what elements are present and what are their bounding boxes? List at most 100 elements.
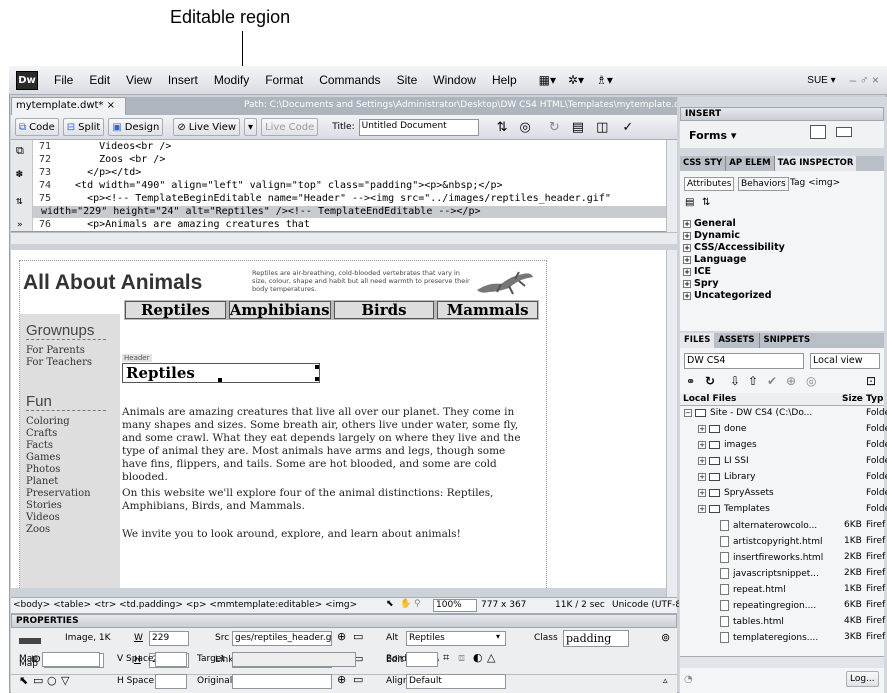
nav-reptiles[interactable]: Reptiles bbox=[125, 301, 226, 319]
col-local-files[interactable]: Local Files bbox=[683, 394, 736, 404]
hand-tool-icon[interactable]: ✋ bbox=[400, 599, 411, 609]
vspace-field[interactable] bbox=[155, 652, 187, 667]
tab-files[interactable]: FILES bbox=[680, 333, 715, 348]
tab-ap-elements[interactable]: AP ELEM bbox=[726, 156, 775, 171]
nav-link[interactable]: Facts bbox=[26, 440, 53, 452]
original-folder-icon[interactable]: ▭ bbox=[353, 673, 363, 686]
refresh-icon[interactable]: ↻ bbox=[549, 120, 560, 135]
files-hscrollbar[interactable] bbox=[680, 656, 884, 668]
menu-edit[interactable]: Edit bbox=[89, 73, 110, 87]
title-input[interactable]: Untitled Document bbox=[358, 118, 479, 136]
pointer-hotspot-icon[interactable]: ⬉ bbox=[19, 674, 28, 687]
select-tool-icon[interactable]: ⬉ bbox=[386, 599, 394, 609]
tab-css-styles[interactable]: CSS STY bbox=[680, 156, 727, 171]
attr-group[interactable]: + General + Dynamic + CSS/Accessibility + La… bbox=[683, 218, 785, 302]
file-row[interactable]: javascriptsnippet... 2KB Firef bbox=[720, 568, 887, 582]
editable-region[interactable]: Reptiles bbox=[122, 363, 320, 383]
target-select[interactable] bbox=[232, 652, 356, 667]
zoom-tool-icon[interactable]: ⚲ bbox=[414, 599, 421, 609]
alt-dropdown-icon[interactable]: ▾ bbox=[496, 632, 500, 641]
expand-panel-icon[interactable]: ⊡ bbox=[866, 374, 876, 388]
sync-icon[interactable]: ◎ bbox=[806, 374, 816, 388]
site-select[interactable]: DW CS4 bbox=[684, 353, 804, 369]
brightness-icon[interactable]: ◐ bbox=[473, 651, 483, 664]
menu-commands[interactable]: Commands bbox=[319, 73, 380, 87]
src-field[interactable]: ges/reptiles_header.gif bbox=[232, 631, 332, 646]
validate-icon[interactable]: ✓ bbox=[622, 120, 633, 135]
file-row[interactable]: alternaterowcolo... 6KB Firef bbox=[720, 520, 887, 534]
folder-row[interactable]: +TemplatesFolde bbox=[698, 504, 887, 518]
resize-handle[interactable] bbox=[315, 365, 319, 369]
extend-icon[interactable]: ✲▾ bbox=[568, 73, 584, 87]
nav-birds[interactable]: Birds bbox=[333, 301, 435, 319]
help-icon[interactable]: ⊚ bbox=[661, 631, 670, 644]
crop-icon[interactable]: ⌗ bbox=[443, 651, 449, 665]
view-options-icon[interactable]: ▤ bbox=[572, 120, 584, 135]
collapse-icon[interactable]: ✽ bbox=[16, 167, 23, 180]
nav-link[interactable]: Stories bbox=[26, 500, 62, 512]
align-select[interactable]: Default bbox=[406, 674, 506, 689]
file-row-root[interactable]: −Site - DW CS4 (C:\Do... Folde bbox=[684, 408, 887, 422]
code-scrollbar[interactable] bbox=[666, 140, 677, 232]
preview-icon[interactable]: ◎ bbox=[520, 120, 531, 135]
workspace-switcher[interactable]: SUE ▾ bbox=[807, 75, 835, 86]
tab-snippets[interactable]: SNIPPETS bbox=[760, 333, 815, 348]
file-row[interactable]: repeatingregion.... 6KB Firef bbox=[720, 600, 887, 614]
layout-icon[interactable]: ▦▾ bbox=[539, 73, 556, 87]
check-out-icon[interactable]: ✔ bbox=[767, 374, 777, 388]
expand-icon[interactable]: ⇅ bbox=[16, 194, 23, 207]
window-size[interactable]: 777 x 367 bbox=[481, 600, 526, 610]
original-field[interactable] bbox=[232, 674, 332, 689]
circle-hotspot-icon[interactable]: ○ bbox=[47, 674, 57, 687]
open-documents-icon[interactable]: ⧉ bbox=[16, 144, 24, 158]
nav-link[interactable]: For Teachers bbox=[26, 357, 92, 369]
design-scrollbar[interactable] bbox=[666, 250, 677, 597]
file-row[interactable]: repeat.html 1KB Firef bbox=[720, 584, 887, 598]
visual-aids-icon[interactable]: ◫ bbox=[596, 120, 608, 135]
window-controls[interactable]: – ♂ × bbox=[850, 73, 879, 87]
folder-row[interactable]: +doneFolde bbox=[698, 424, 887, 438]
behaviors-tab[interactable]: Behaviors bbox=[738, 177, 789, 191]
live-code-button[interactable]: Live Code bbox=[261, 118, 319, 136]
file-row[interactable]: tables.html 4KB Firef bbox=[720, 616, 887, 630]
live-view-dropdown[interactable]: ▾ bbox=[244, 118, 258, 136]
document-tab[interactable]: mytemplate.dwt* × bbox=[11, 97, 126, 115]
tag-selector[interactable]: <body> <table> <tr> <td.padding> <p> <mm… bbox=[13, 600, 357, 610]
nav-mammals[interactable]: Mammals bbox=[437, 301, 539, 319]
browse-folder-icon[interactable]: ▭ bbox=[353, 630, 363, 643]
menu-view[interactable]: View bbox=[126, 73, 152, 87]
polygon-hotspot-icon[interactable]: ▽ bbox=[61, 674, 69, 687]
menu-modify[interactable]: Modify bbox=[214, 73, 249, 87]
properties-header[interactable]: PROPERTIES bbox=[11, 614, 677, 628]
menu-file[interactable]: File bbox=[54, 73, 73, 87]
site-icon[interactable]: ♗▾ bbox=[596, 73, 613, 87]
folder-row[interactable]: +SpryAssetsFolde bbox=[698, 488, 887, 502]
hspace-field[interactable] bbox=[155, 674, 187, 689]
resize-handle[interactable] bbox=[218, 378, 222, 382]
alt-field[interactable]: Reptiles bbox=[406, 631, 506, 646]
folder-row[interactable]: +LibraryFolde bbox=[698, 472, 887, 486]
nav-link[interactable]: Planet bbox=[26, 476, 58, 488]
attributes-tab[interactable]: Attributes bbox=[684, 177, 735, 191]
col-size[interactable]: Size bbox=[842, 394, 863, 404]
nav-link[interactable]: Videos bbox=[26, 512, 60, 524]
insert-panel-header[interactable]: INSERT bbox=[680, 107, 884, 121]
code-view-button[interactable]: ⧉ Code bbox=[15, 118, 59, 136]
tab-assets[interactable]: ASSETS bbox=[714, 333, 760, 348]
design-view[interactable]: All About Animals Reptiles are air-breat… bbox=[11, 250, 666, 588]
menu-format[interactable]: Format bbox=[265, 73, 303, 87]
connect-icon[interactable]: ⚭ bbox=[686, 375, 695, 388]
header-image[interactable]: Reptiles bbox=[126, 364, 195, 382]
nav-link[interactable]: Coloring bbox=[26, 416, 70, 428]
code-hscrollbar[interactable] bbox=[11, 232, 677, 244]
tab-tag-inspector[interactable]: TAG INSPECTOR bbox=[774, 156, 857, 171]
zoom-select[interactable]: 100% bbox=[433, 599, 477, 612]
file-row[interactable]: insertfireworks.html 2KB Firef bbox=[720, 552, 887, 566]
file-management-icon[interactable]: ⇅ bbox=[497, 120, 508, 135]
original-point-icon[interactable]: ⊕ bbox=[337, 673, 346, 686]
nav-link[interactable]: Preservation bbox=[26, 488, 91, 500]
width-field[interactable]: 229 bbox=[149, 631, 189, 646]
live-view-button[interactable]: ⊘ Live View bbox=[173, 118, 241, 136]
folder-row[interactable]: +LI SSIFolde bbox=[698, 456, 887, 470]
view-select[interactable]: Local view bbox=[810, 353, 880, 369]
